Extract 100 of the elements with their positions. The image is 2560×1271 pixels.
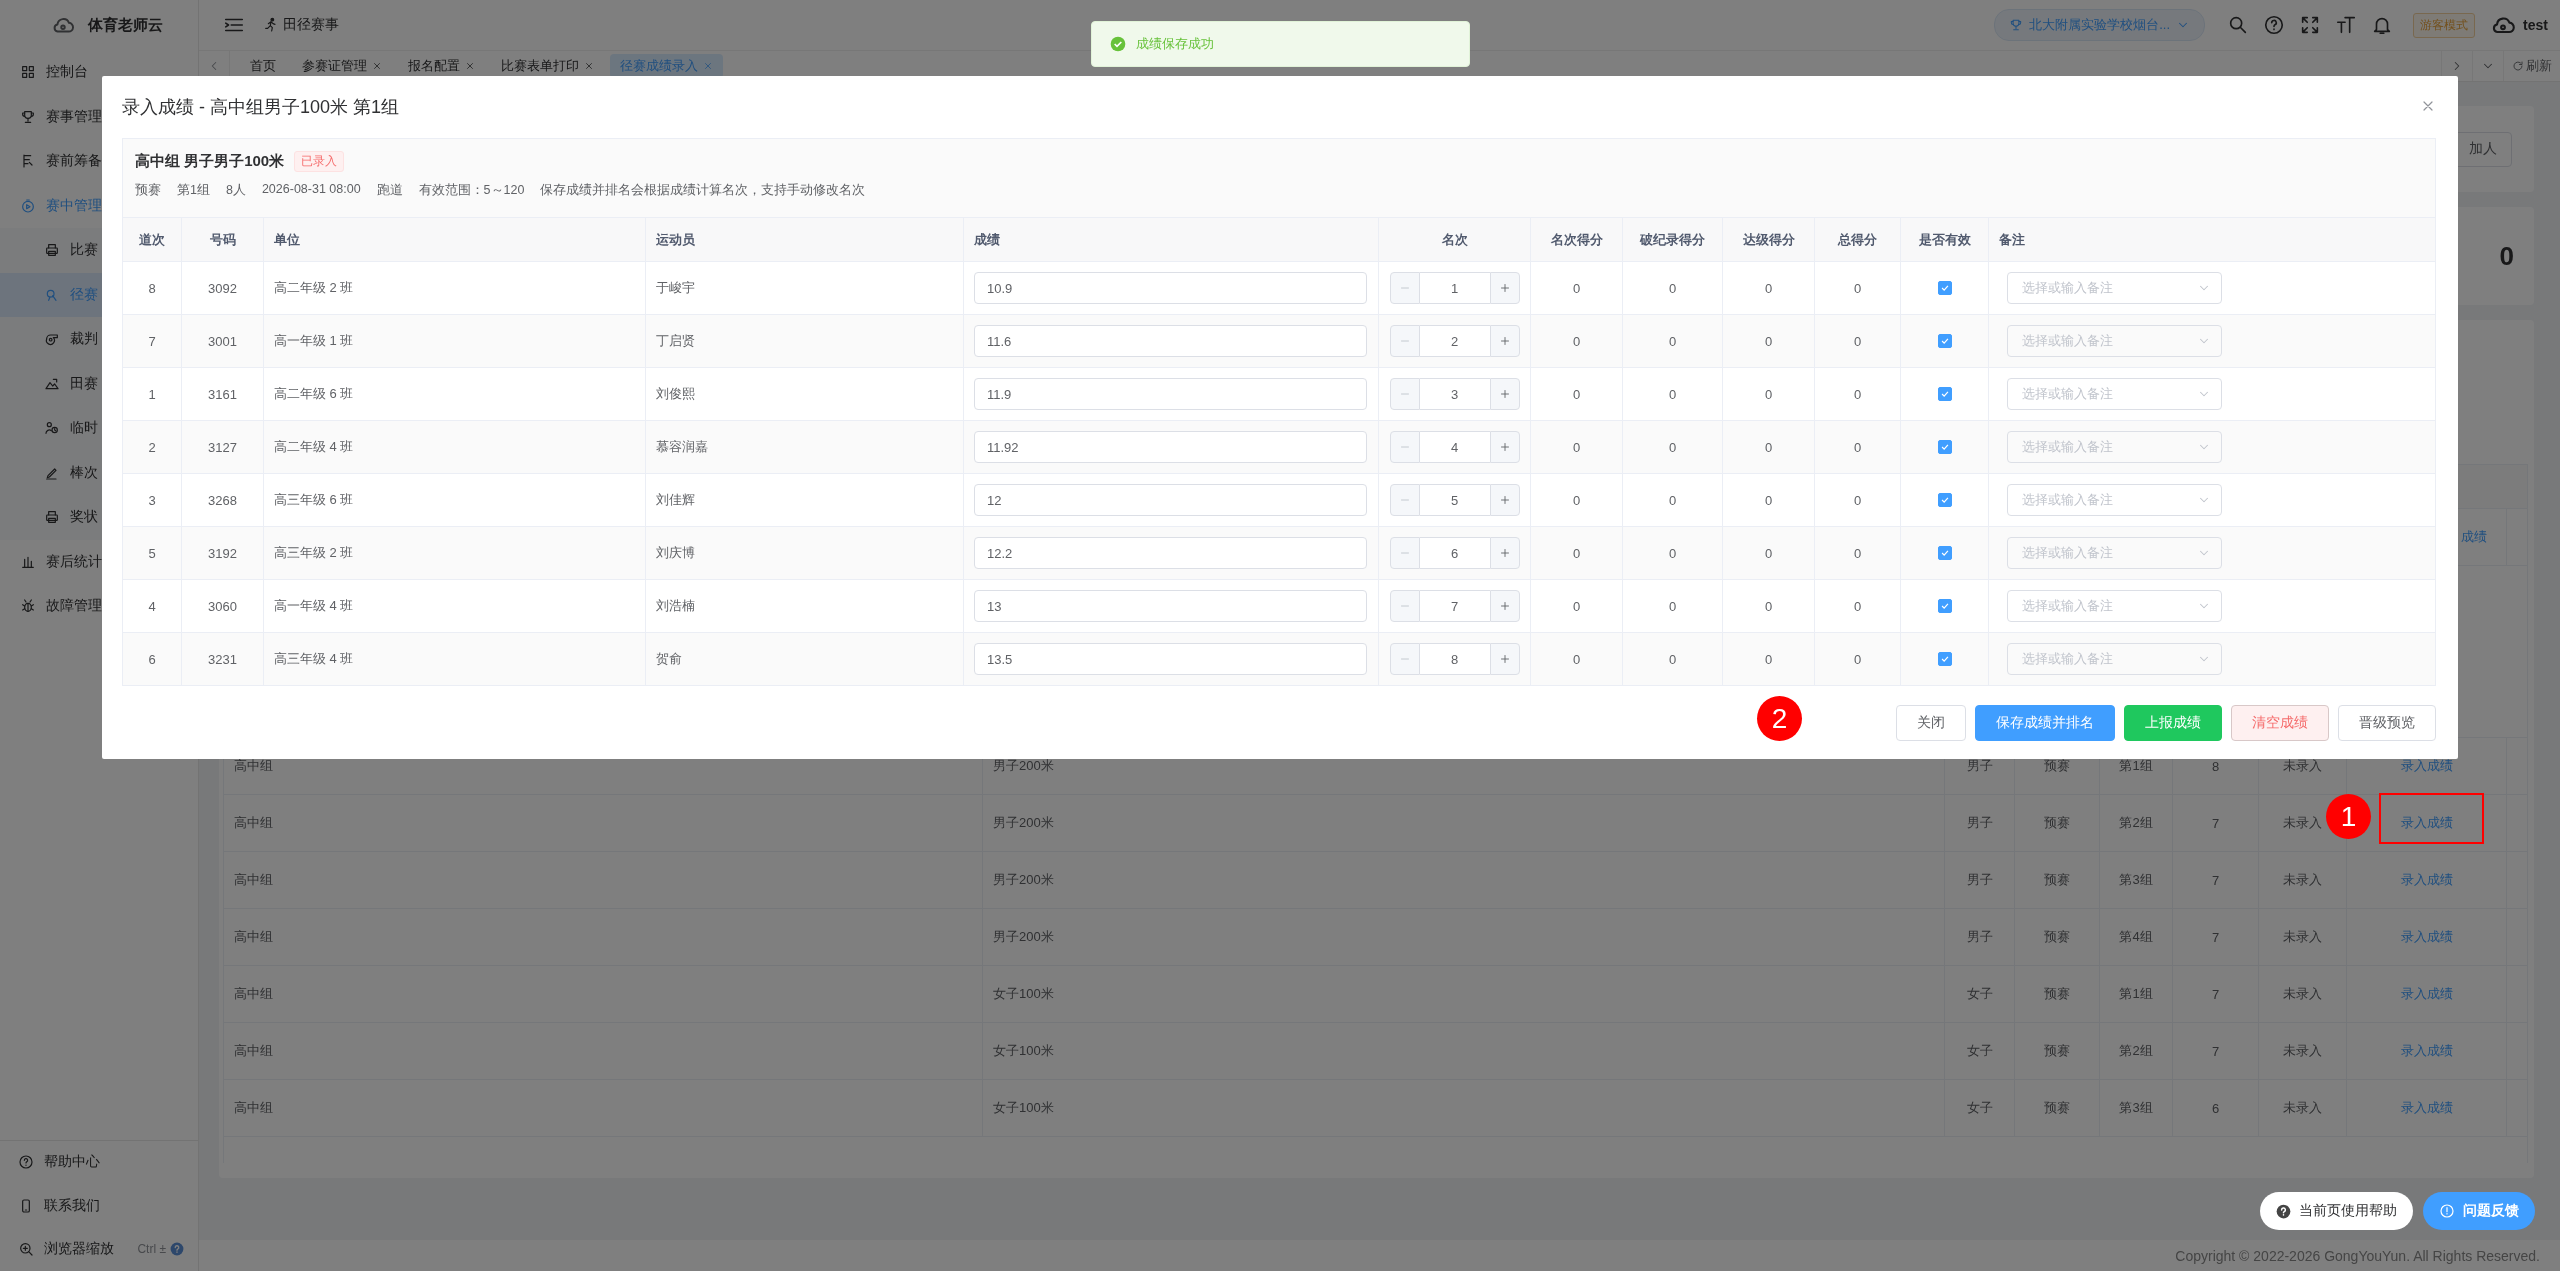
result-input[interactable]: 12 [974,484,1367,516]
valid-checkbox[interactable] [1937,440,1952,454]
rank-input[interactable]: 1 [1419,272,1490,304]
table-cell: 男子200米 [983,795,1945,851]
event-meta: 跑道 [376,182,403,199]
alert-icon [2439,1203,2455,1219]
increment-button[interactable] [1489,643,1520,675]
rank-input[interactable]: 8 [1419,643,1490,675]
mode-tag: 游客模式 [2413,12,2476,38]
help-button[interactable]: 当前页使用帮助 [2260,1192,2413,1230]
column-header: 道次 [139,230,165,249]
table-cell: 0 [1764,598,1773,614]
help-icon [2263,14,2286,36]
close-icon [584,61,594,71]
table-cell: 7 [2173,966,2259,1022]
sidebar-item[interactable]: 联系我们 [0,1184,198,1228]
dialog-title: 录入成绩 - 高中组男子100米 第1组 [122,96,400,119]
table-cell: 刘佳辉 [656,491,695,509]
check-icon [1939,495,1950,505]
check-icon [1939,283,1950,293]
table-cell: 0 [1668,651,1677,667]
table-cell: 3231 [208,651,237,667]
increment-button[interactable] [1489,484,1520,516]
column-header: 达级得分 [1742,230,1795,249]
table-cell: 0 [1853,280,1862,296]
page-tab[interactable]: 参赛证管理 [292,54,392,78]
table-cell: 于峻宇 [656,279,695,297]
sidebar-item[interactable]: 帮助中心 [0,1140,198,1184]
decrement-button[interactable] [1389,272,1420,304]
check-icon [1939,548,1950,558]
table-cell: 男子 [1945,795,2015,851]
increment-button[interactable] [1489,378,1520,410]
increment-button[interactable] [1489,537,1520,569]
rank-input[interactable]: 4 [1419,431,1490,463]
valid-checkbox[interactable] [1937,493,1952,507]
decrement-button[interactable] [1389,643,1420,675]
refresh-button[interactable]: 刷新 [2503,51,2560,81]
sidebar-item[interactable]: 控制台 [0,50,198,95]
result-input[interactable]: 11.6 [974,325,1367,357]
decrement-button[interactable] [1389,484,1420,516]
table-cell: 高三年级 2 班 [274,544,354,562]
table-cell: 慕容润嘉 [656,438,708,456]
decrement-button[interactable] [1389,537,1420,569]
increment-button[interactable] [1489,431,1520,463]
result-input[interactable]: 12.2 [974,537,1367,569]
table-cell: 3060 [208,598,237,614]
table-cell: 女子100米 [983,966,1945,1022]
decrement-button[interactable] [1389,590,1420,622]
decrement-button[interactable] [1389,378,1420,410]
page-tab[interactable]: 首页 [240,54,286,78]
rank-input[interactable]: 7 [1419,590,1490,622]
runner-icon [263,17,279,33]
result-input[interactable]: 11.92 [974,431,1367,463]
rank-input[interactable]: 5 [1419,484,1490,516]
table-cell: 预赛 [2015,909,2100,965]
rank-input[interactable]: 3 [1419,378,1490,410]
table-cell: 7 [148,333,156,349]
increment-button[interactable] [1489,272,1520,304]
table-cell: 男子200米 [983,852,1945,908]
close-icon [372,61,382,71]
valid-checkbox[interactable] [1937,281,1952,295]
plus-icon [1498,494,1511,506]
valid-checkbox[interactable] [1937,599,1952,613]
decrement-button[interactable] [1389,431,1420,463]
result-input[interactable]: 13 [974,590,1367,622]
user-name[interactable]: test [2523,17,2548,33]
increment-button[interactable] [1489,325,1520,357]
increment-button[interactable] [1489,590,1520,622]
table-cell: 0 [1853,651,1862,667]
decrement-button[interactable] [1389,325,1420,357]
valid-checkbox[interactable] [1937,387,1952,401]
table-cell: 0 [1764,439,1773,455]
help-icon[interactable] [170,1242,184,1257]
result-input[interactable]: 10.9 [974,272,1367,304]
dialog-button[interactable]: 清空成绩 [2231,705,2329,741]
table-cell: 0 [1668,545,1677,561]
rank-input[interactable]: 6 [1419,537,1490,569]
page-tab[interactable]: 报名配置 [398,54,485,78]
feedback-button[interactable]: 问题反馈 [2423,1192,2535,1230]
event-meta: 保存成绩并排名会根据成绩计算名次，支持手动修改名次 [540,182,866,199]
page-tab[interactable]: 比赛表单打印 [491,54,604,78]
table-cell: 0 [1572,545,1581,561]
refresh-icon [2512,60,2524,72]
table-cell: 0 [1764,280,1773,296]
table-cell: 第3组 [2100,1080,2173,1136]
valid-checkbox[interactable] [1937,334,1952,348]
dialog-button[interactable]: 关闭 [1896,705,1966,741]
dialog-button[interactable]: 保存成绩并排名 [1975,705,2115,741]
result-input[interactable]: 11.9 [974,378,1367,410]
table-cell: 高中组 [224,966,983,1022]
valid-checkbox[interactable] [1937,546,1952,560]
result-input[interactable]: 13.5 [974,643,1367,675]
valid-checkbox[interactable] [1937,652,1952,666]
table-cell: 预赛 [2015,795,2100,851]
table-cell: 女子 [1945,966,2015,1022]
dialog-button[interactable]: 晋级预览 [2338,705,2436,741]
table-cell: 7 [2173,795,2259,851]
rank-input[interactable]: 2 [1419,325,1490,357]
section-title[interactable]: 田径赛事 [263,0,339,50]
check-icon [1110,36,1126,52]
